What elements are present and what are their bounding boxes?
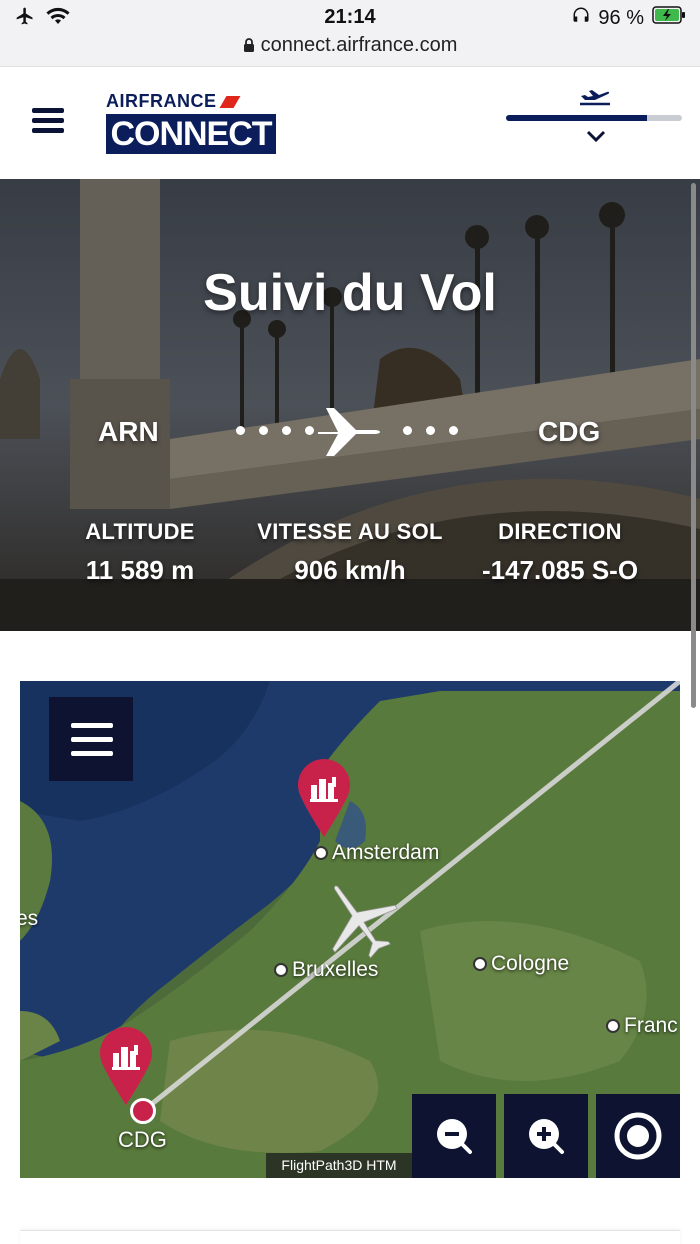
stat-value: 906 km/h — [294, 555, 406, 585]
stat-value: 11 589 m — [85, 555, 195, 585]
lock-icon — [243, 36, 255, 59]
recenter-button[interactable] — [596, 1094, 680, 1178]
city-marker-cologne[interactable]: Cologne — [473, 952, 569, 976]
site-header: AIRFRANCE CONNECT — [0, 66, 700, 179]
flight-tracking-hero: Suivi du Vol ARN CDG ALTITUDE 11 589 m V… — [0, 179, 700, 631]
aircraft-position-icon[interactable] — [316, 877, 400, 961]
flight-progress-fill — [506, 115, 647, 121]
stat-label: ALTITUDE — [85, 519, 195, 544]
origin-airport: ARN — [98, 416, 159, 447]
zoom-out-icon — [437, 1119, 472, 1154]
route-dots-completed — [236, 426, 314, 436]
stat-label: DIRECTION — [498, 519, 622, 544]
city-label: Bruxelles — [292, 958, 379, 981]
page-scrollbar[interactable] — [691, 183, 696, 708]
target-icon — [614, 1112, 662, 1160]
address-bar[interactable]: connect.airfrance.com — [0, 34, 700, 59]
destination-airport: CDG — [538, 416, 601, 447]
stat-direction: DIRECTION -147.085 S-O — [460, 519, 660, 586]
zoom-out-button[interactable] — [412, 1094, 496, 1178]
zoom-in-icon — [529, 1119, 564, 1154]
city-marker-partial: es — [20, 907, 38, 931]
logo-brand: AIRFRANCE — [106, 91, 278, 112]
logo-product: CONNECT — [106, 114, 276, 154]
map-menu-button[interactable] — [49, 697, 133, 781]
stat-value: -147.085 S-O — [481, 555, 639, 585]
city-marker-francfort[interactable]: Franc — [606, 1014, 678, 1038]
city-label: Cologne — [491, 952, 570, 975]
takeoff-icon — [578, 87, 612, 112]
main-menu-button[interactable] — [32, 108, 64, 134]
page-title: Suivi du Vol — [203, 264, 497, 322]
chevron-down-icon — [586, 129, 606, 148]
url-text: connect.airfrance.com — [260, 34, 458, 56]
city-label: es — [20, 907, 39, 930]
city-pin-icon[interactable] — [296, 759, 352, 839]
route-dots-remaining — [403, 426, 458, 436]
map-attribution: FlightPath3D HTM — [266, 1153, 412, 1178]
logo-brand-text: AIRFRANCE — [106, 91, 217, 111]
city-label: Amsterdam — [332, 841, 440, 864]
stat-altitude: ALTITUDE 11 589 m — [70, 519, 210, 586]
airport-marker-cdg[interactable] — [130, 1098, 156, 1124]
city-marker-bruxelles[interactable]: Bruxelles — [274, 958, 378, 982]
battery-percent: 96 % — [598, 6, 644, 29]
battery-charging-icon — [652, 6, 686, 30]
zoom-in-button[interactable] — [504, 1094, 588, 1178]
next-section-card — [20, 1230, 680, 1244]
stat-label: VITESSE AU SOL — [257, 519, 443, 544]
flight-progress-bar — [506, 115, 682, 121]
airfrance-connect-logo[interactable]: AIRFRANCE CONNECT — [106, 91, 278, 155]
flight-map[interactable]: Amsterdam Bruxelles Cologne Franc es CDG… — [20, 681, 680, 1178]
stat-ground-speed: VITESSE AU SOL 906 km/h — [240, 519, 460, 586]
status-bar: 21:14 96 % connect.airfrance.com — [0, 0, 700, 66]
airport-pin-icon[interactable] — [98, 1027, 154, 1107]
city-marker-amsterdam[interactable]: Amsterdam — [314, 841, 439, 865]
flight-progress-toggle[interactable] — [506, 85, 682, 165]
headphones-icon — [572, 6, 590, 30]
status-right: 96 % — [572, 6, 686, 30]
airplane-icon — [316, 404, 388, 465]
flight-route: ARN CDG — [0, 404, 700, 456]
city-label: Franc — [624, 1014, 678, 1037]
airport-label: CDG — [118, 1127, 167, 1152]
